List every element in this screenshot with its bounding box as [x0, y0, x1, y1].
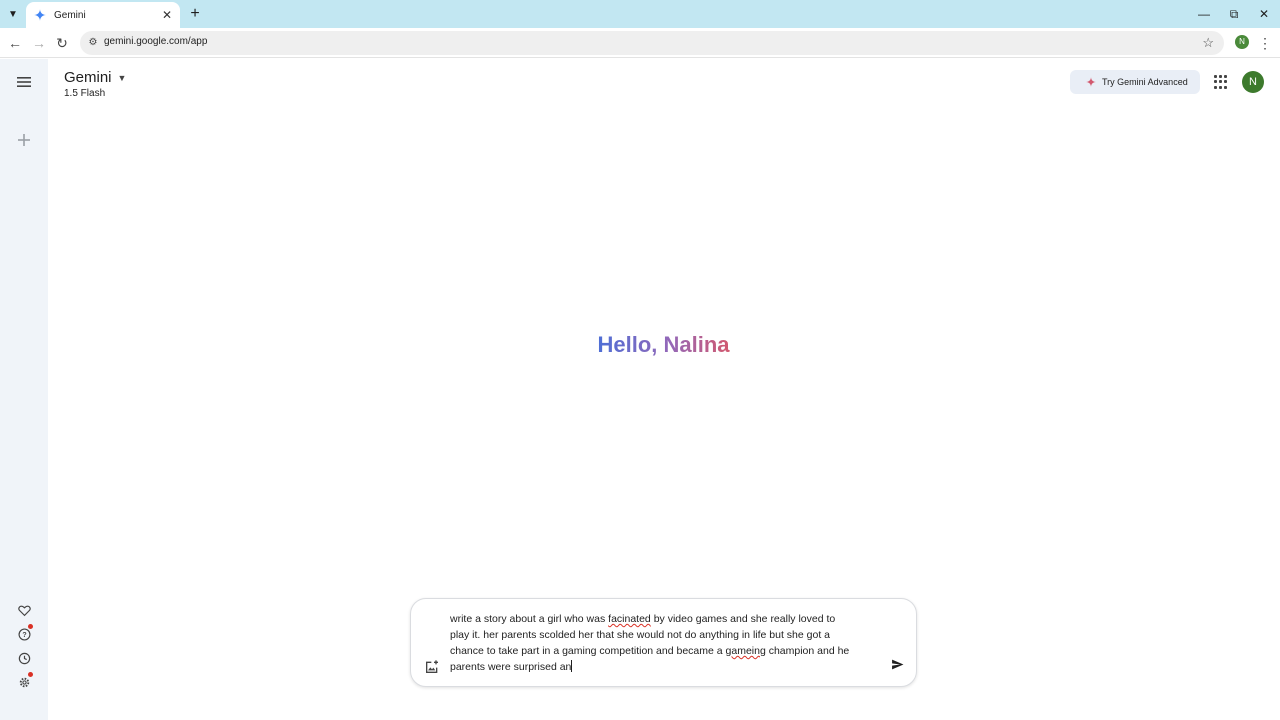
gemini-favicon-icon [34, 9, 46, 21]
spellcheck-word: gameing [725, 645, 766, 657]
browser-tab-gemini[interactable]: Gemini ✕ [26, 2, 180, 28]
app-name: Gemini [64, 69, 112, 86]
prompt-line-1a: write a story about a girl who was [450, 613, 609, 625]
prompt-line-2: play it. her parents scolded her that sh… [450, 629, 830, 641]
browser-toolbar: ← → ↻ ⚙ gemini.google.com/app ☆ N ⋮ [0, 28, 1280, 58]
prompt-textarea[interactable]: write a story about a girl who was facin… [450, 611, 880, 675]
back-arrow-icon[interactable]: ← [6, 34, 24, 52]
greeting: Hello, Nalina [0, 332, 1280, 358]
spellcheck-word: facinated [608, 613, 651, 625]
greeting-text: Hello, Nalina [597, 332, 730, 357]
restore-icon[interactable]: ⧉ [1224, 5, 1244, 23]
browser-profile-avatar[interactable]: N [1235, 35, 1249, 49]
prompt-input-box[interactable]: write a story about a girl who was facin… [410, 598, 917, 687]
browser-tabstrip: ▼ Gemini ✕ + — ⧉ ✕ [0, 0, 1280, 28]
prompt-line-3b: champion and he [765, 645, 850, 657]
tab-close-icon[interactable]: ✕ [160, 8, 174, 22]
url-text: gemini.google.com/app [104, 36, 208, 47]
help-notification-dot [28, 624, 33, 629]
image-upload-icon[interactable] [424, 659, 440, 675]
gear-icon[interactable] [14, 672, 34, 692]
text-cursor [571, 660, 573, 672]
minimize-icon[interactable]: — [1194, 5, 1214, 23]
bookmark-star-icon[interactable]: ☆ [1202, 35, 1214, 51]
tab-title: Gemini [54, 9, 86, 21]
prompt-line-4: parents were surprised an [450, 661, 572, 673]
gem-heart-icon[interactable] [14, 600, 34, 620]
window-close-icon[interactable]: ✕ [1254, 5, 1274, 23]
send-icon [891, 658, 904, 676]
caret-down-icon: ▼ [117, 72, 127, 83]
address-bar[interactable]: ⚙ gemini.google.com/app ☆ [80, 31, 1224, 55]
tab-search-chevron-icon[interactable]: ▼ [4, 5, 22, 23]
new-chat-plus-icon[interactable] [14, 130, 34, 150]
prompt-line-1b: by video games and she really loved to [650, 613, 836, 625]
browser-menu-kebab-icon[interactable]: ⋮ [1258, 34, 1272, 52]
try-advanced-button[interactable]: Try Gemini Advanced [1070, 70, 1200, 94]
reload-icon[interactable]: ↻ [53, 34, 71, 52]
forward-arrow-icon[interactable]: → [30, 34, 48, 52]
prompt-line-3a: chance to take part in a gaming competit… [450, 645, 726, 657]
send-button[interactable] [885, 655, 909, 679]
sparkle-icon [1086, 77, 1096, 87]
model-switcher[interactable]: Gemini ▼ [64, 69, 126, 86]
google-apps-grid-icon[interactable] [1214, 75, 1228, 89]
help-icon[interactable]: ? [14, 624, 34, 644]
svg-text:?: ? [22, 632, 26, 639]
hamburger-icon[interactable] [14, 72, 34, 92]
account-avatar[interactable]: N [1242, 71, 1264, 93]
history-icon[interactable] [14, 648, 34, 668]
model-version: 1.5 Flash [64, 88, 106, 99]
sidebar: ? [0, 59, 48, 720]
new-tab-plus-icon[interactable]: + [186, 5, 204, 23]
try-advanced-label: Try Gemini Advanced [1102, 77, 1188, 87]
settings-notification-dot [28, 672, 33, 677]
site-info-icon[interactable]: ⚙ [86, 36, 100, 50]
